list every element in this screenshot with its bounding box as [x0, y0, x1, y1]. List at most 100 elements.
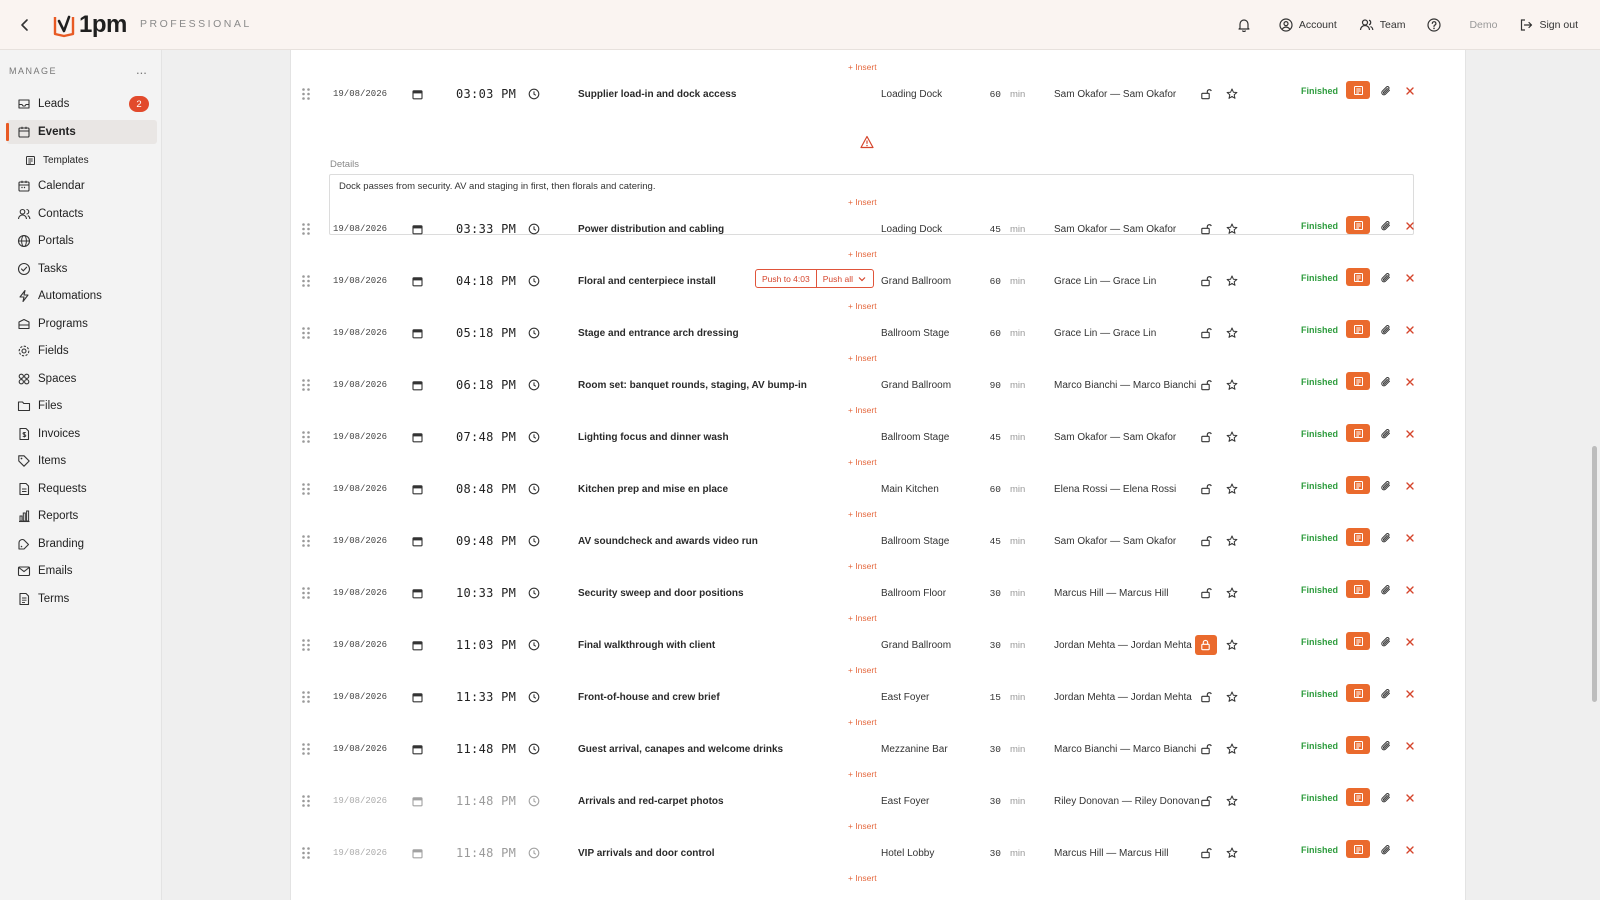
star-toggle[interactable] [1226, 422, 1240, 452]
app-logo[interactable]: 1pm [52, 11, 127, 39]
insert-link[interactable]: + Insert [848, 62, 888, 72]
insert-link[interactable]: + Insert [848, 249, 888, 259]
insert-link[interactable]: + Insert [848, 405, 888, 415]
calendar-picker-icon[interactable] [412, 266, 424, 296]
row-location[interactable]: Main Kitchen [881, 474, 981, 504]
drag-handle-icon[interactable] [301, 838, 315, 868]
sidebar-item-calendar[interactable]: Calendar [7, 174, 157, 198]
row-location[interactable]: Ballroom Floor [881, 578, 981, 608]
attach-button[interactable] [1380, 627, 1394, 657]
row-assignee[interactable]: Sam Okafor — Sam Okafor [1054, 422, 1194, 452]
star-toggle[interactable] [1226, 370, 1240, 400]
sidebar-item-fields[interactable]: Fields [7, 339, 157, 363]
calendar-picker-icon[interactable] [412, 318, 424, 348]
drag-handle-icon[interactable] [301, 734, 315, 764]
time-input[interactable]: 07:48 PM [456, 422, 518, 452]
row-assignee[interactable]: Marco Bianchi — Marco Bianchi [1054, 734, 1196, 764]
insert-link[interactable]: + Insert [848, 769, 888, 779]
drag-handle-icon[interactable] [301, 578, 315, 608]
delete-button[interactable] [1405, 523, 1419, 553]
time-input[interactable]: 06:18 PM [456, 370, 518, 400]
calendar-picker-icon[interactable] [412, 734, 424, 764]
calendar-picker-icon[interactable] [412, 526, 424, 556]
date-input[interactable]: 19/08/2026 [333, 370, 393, 400]
sidebar-item-templates[interactable]: Templates [7, 148, 157, 172]
delete-button[interactable] [1405, 627, 1419, 657]
sidebar-item-leads[interactable]: Leads 2 [7, 92, 157, 116]
attach-button[interactable] [1380, 315, 1394, 345]
row-assignee[interactable]: Grace Lin — Grace Lin [1054, 318, 1194, 348]
row-title[interactable]: Stage and entrance arch dressing [578, 318, 828, 348]
row-duration[interactable]: 45 [979, 526, 1001, 556]
calendar-picker-icon[interactable] [412, 474, 424, 504]
star-toggle[interactable] [1226, 838, 1240, 868]
calendar-picker-icon[interactable] [412, 838, 424, 868]
row-title[interactable]: Supplier load-in and dock access [578, 79, 828, 109]
star-toggle[interactable] [1226, 79, 1240, 109]
lock-toggle[interactable] [1195, 734, 1217, 764]
insert-link[interactable]: + Insert [848, 197, 888, 207]
attach-button[interactable] [1380, 835, 1394, 865]
clock-icon[interactable] [528, 526, 542, 556]
star-toggle[interactable] [1226, 266, 1240, 296]
attach-button[interactable] [1380, 523, 1394, 553]
team-button[interactable]: Team [1359, 18, 1405, 32]
clock-icon[interactable] [528, 214, 542, 244]
row-assignee[interactable]: Elena Rossi — Elena Rossi [1054, 474, 1194, 504]
sidebar-item-terms[interactable]: Terms [7, 587, 157, 611]
calendar-picker-icon[interactable] [412, 422, 424, 452]
row-location[interactable]: Loading Dock [881, 214, 981, 244]
time-input[interactable]: 03:33 PM [456, 214, 518, 244]
calendar-picker-icon[interactable] [412, 682, 424, 712]
row-assignee[interactable]: Sam Okafor — Sam Okafor [1054, 526, 1194, 556]
demo-link[interactable]: Demo [1469, 19, 1497, 31]
document-button[interactable] [1346, 580, 1370, 598]
attach-button[interactable] [1380, 731, 1394, 761]
star-toggle[interactable] [1226, 526, 1240, 556]
row-location[interactable]: East Foyer [881, 682, 981, 712]
drag-handle-icon[interactable] [301, 266, 315, 296]
date-input[interactable]: 19/08/2026 [333, 79, 393, 109]
row-duration[interactable]: 60 [979, 79, 1001, 109]
row-duration[interactable]: 60 [979, 266, 1001, 296]
insert-link[interactable]: + Insert [848, 717, 888, 727]
row-assignee[interactable]: Sam Okafor — Sam Okafor [1054, 79, 1194, 109]
time-input[interactable]: 08:48 PM [456, 474, 518, 504]
row-title[interactable]: Front-of-house and crew brief [578, 682, 828, 712]
sidebar-item-programs[interactable]: Programs [7, 312, 157, 336]
insert-link[interactable]: + Insert [848, 821, 888, 831]
attach-button[interactable] [1380, 419, 1394, 449]
row-duration[interactable]: 30 [979, 578, 1001, 608]
row-location[interactable]: Hotel Lobby [881, 838, 981, 868]
sidebar-item-spaces[interactable]: Spaces [7, 367, 157, 391]
row-location[interactable]: Loading Dock [881, 79, 981, 109]
sidebar-item-files[interactable]: Files [7, 394, 157, 418]
lock-toggle[interactable] [1195, 214, 1217, 244]
delete-button[interactable] [1405, 76, 1419, 106]
clock-icon[interactable] [528, 370, 542, 400]
row-duration[interactable]: 30 [979, 630, 1001, 660]
row-duration[interactable]: 30 [979, 734, 1001, 764]
row-duration[interactable]: 60 [979, 318, 1001, 348]
sidebar-item-invoices[interactable]: Invoices [7, 422, 157, 446]
star-toggle[interactable] [1226, 682, 1240, 712]
star-toggle[interactable] [1226, 734, 1240, 764]
drag-handle-icon[interactable] [301, 214, 315, 244]
help-button[interactable] [1427, 18, 1447, 32]
row-assignee[interactable]: Jordan Mehta — Jordan Mehta [1054, 682, 1194, 712]
insert-link[interactable]: + Insert [848, 353, 888, 363]
sidebar-item-events[interactable]: Events [6, 120, 157, 144]
lock-toggle[interactable] [1195, 786, 1217, 816]
row-title[interactable]: VIP arrivals and door control [578, 838, 828, 868]
document-button[interactable] [1346, 684, 1370, 702]
lock-toggle[interactable] [1195, 635, 1217, 655]
time-input[interactable]: 03:03 PM [456, 79, 518, 109]
row-location[interactable]: East Foyer [881, 786, 981, 816]
row-title[interactable]: Power distribution and cabling [578, 214, 828, 244]
insert-link[interactable]: + Insert [848, 457, 888, 467]
account-button[interactable]: Account [1279, 18, 1337, 32]
calendar-picker-icon[interactable] [412, 79, 424, 109]
drag-handle-icon[interactable] [301, 630, 315, 660]
row-location[interactable]: Grand Ballroom [881, 370, 981, 400]
clock-icon[interactable] [528, 838, 542, 868]
